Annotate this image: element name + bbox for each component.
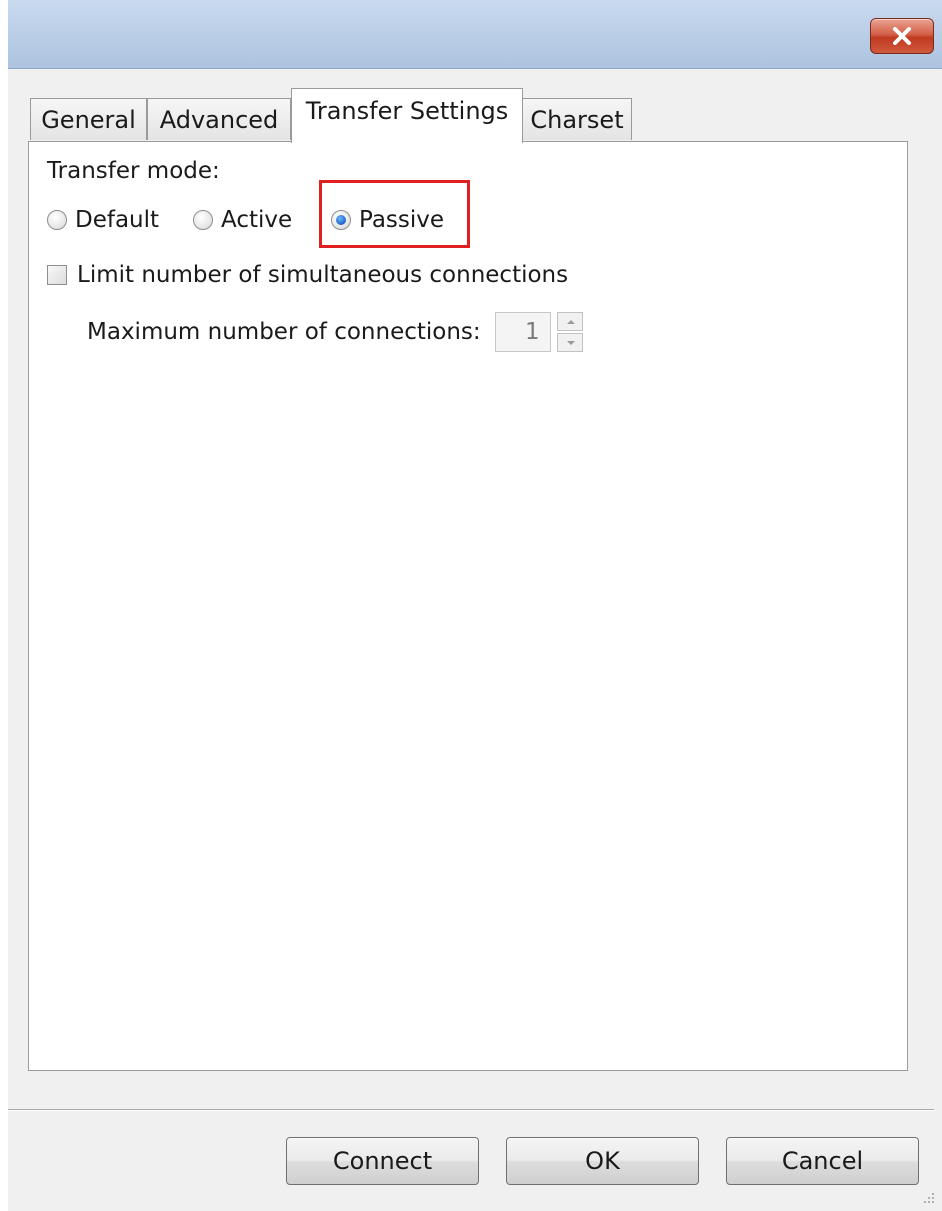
radio-active[interactable]: Active <box>193 204 292 236</box>
chevron-down-icon <box>566 341 575 345</box>
connect-button[interactable]: Connect <box>286 1137 479 1185</box>
transfer-mode-label: Transfer mode: <box>47 158 220 184</box>
max-connections-spinner <box>556 312 583 352</box>
spin-up-button[interactable] <box>556 312 583 331</box>
title-bar[interactable] <box>8 0 942 69</box>
limit-connections-box[interactable] <box>47 265 67 285</box>
limit-connections-checkbox[interactable]: Limit number of simultaneous connections <box>47 259 568 291</box>
radio-default-label: Default <box>75 207 160 233</box>
passive-highlight-box <box>319 180 470 248</box>
max-connections-row: Maximum number of connections: 1 <box>87 310 583 354</box>
footer-separator <box>8 1109 934 1111</box>
close-button[interactable] <box>870 18 934 54</box>
tab-transfer-settings[interactable]: Transfer Settings <box>291 88 523 143</box>
radio-default-circle[interactable] <box>47 210 67 230</box>
radio-default[interactable]: Default <box>47 204 159 236</box>
cancel-button[interactable]: Cancel <box>726 1137 919 1185</box>
max-connections-input[interactable]: 1 <box>494 312 551 352</box>
ok-button[interactable]: OK <box>506 1137 699 1185</box>
limit-connections-label: Limit number of simultaneous connections <box>77 262 569 288</box>
tab-charset[interactable]: Charset <box>522 98 632 140</box>
site-settings-dialog: General Advanced Transfer Settings Chars… <box>0 0 942 1211</box>
radio-active-label: Active <box>221 207 293 233</box>
spin-down-button[interactable] <box>556 333 583 352</box>
transfer-settings-panel: Transfer mode: Default Active Passive Li… <box>28 141 908 1071</box>
resize-grip-icon[interactable] <box>922 1191 936 1205</box>
max-connections-label: Maximum number of connections: <box>87 319 481 345</box>
tab-advanced[interactable]: Advanced <box>147 98 291 140</box>
chevron-up-icon <box>566 320 575 324</box>
radio-active-circle[interactable] <box>193 210 213 230</box>
close-icon <box>893 27 911 45</box>
window-edge <box>0 0 8 1211</box>
tab-general[interactable]: General <box>30 98 147 140</box>
